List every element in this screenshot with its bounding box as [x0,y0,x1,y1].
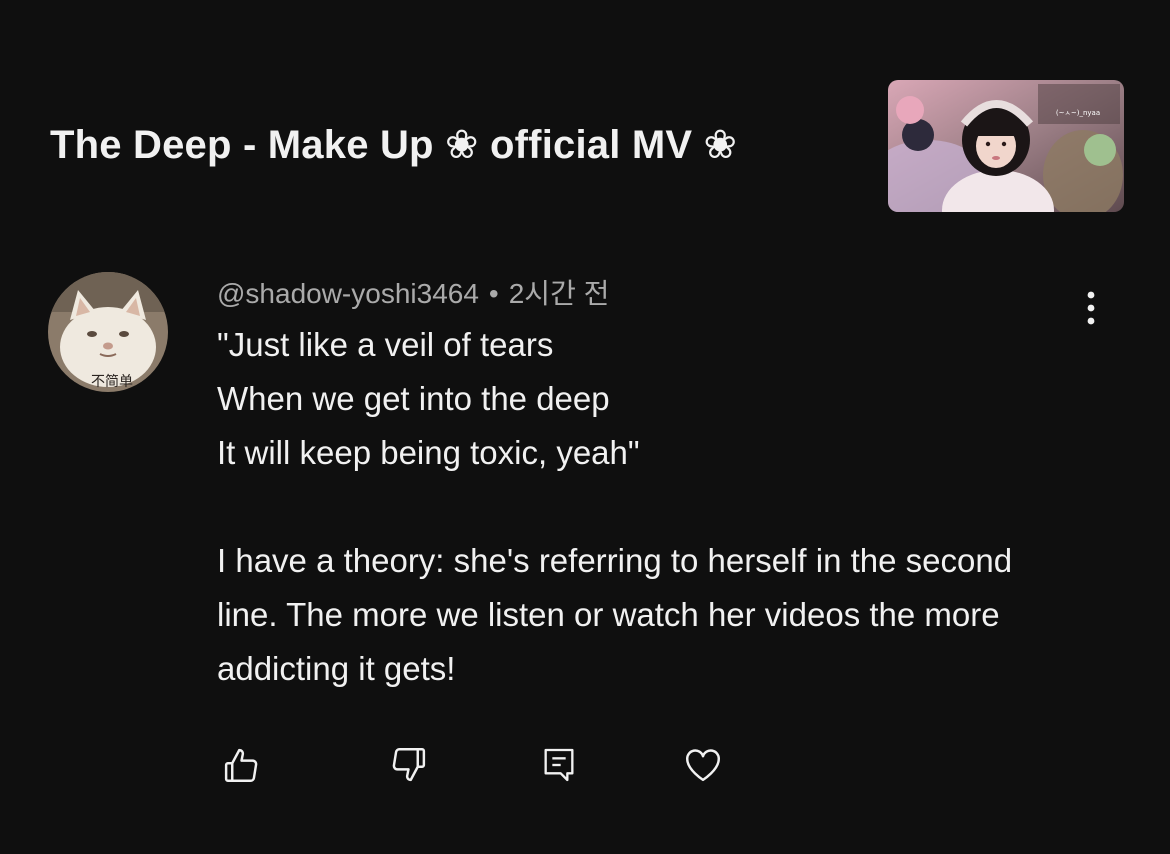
reply-button[interactable] [536,742,582,788]
author-handle[interactable]: @shadow-yoshi3464 [217,278,479,309]
comment-meta: @shadow-yoshi3464 • 2시간 전 [217,272,1077,316]
dislike-button[interactable] [386,742,432,788]
thumbnail-caption: (~ㅅ~)_nyaa [1056,109,1100,117]
video-title[interactable]: The Deep - Make Up ❀ official MV ❀ [50,122,737,168]
thumbs-down-icon [392,748,426,782]
like-button[interactable] [218,742,264,788]
more-options-button[interactable] [1076,286,1106,330]
comment-timestamp: 2시간 전 [508,278,610,309]
more-vert-icon [1087,291,1095,325]
cat-avatar-image: 不简单 [48,272,168,392]
heart-icon [686,749,720,782]
thumbnail-image: (~ㅅ~)_nyaa [888,80,1124,212]
avatar[interactable]: 不简单 [48,272,168,392]
avatar-caption: 不简单 [91,373,133,390]
comment-body: @shadow-yoshi3464 • 2시간 전 "Just like a vei… [217,272,1077,696]
video-thumbnail[interactable]: (~ㅅ~)_nyaa [888,80,1124,212]
meta-separator: • [488,278,499,309]
comment-text: "Just like a veil of tears When we get i… [217,326,1013,687]
heart-button[interactable] [680,742,726,788]
comment-icon [544,748,574,782]
video-header: The Deep - Make Up ❀ official MV ❀ (~ㅅ~)… [50,80,1124,214]
thumbs-up-icon [224,748,258,782]
